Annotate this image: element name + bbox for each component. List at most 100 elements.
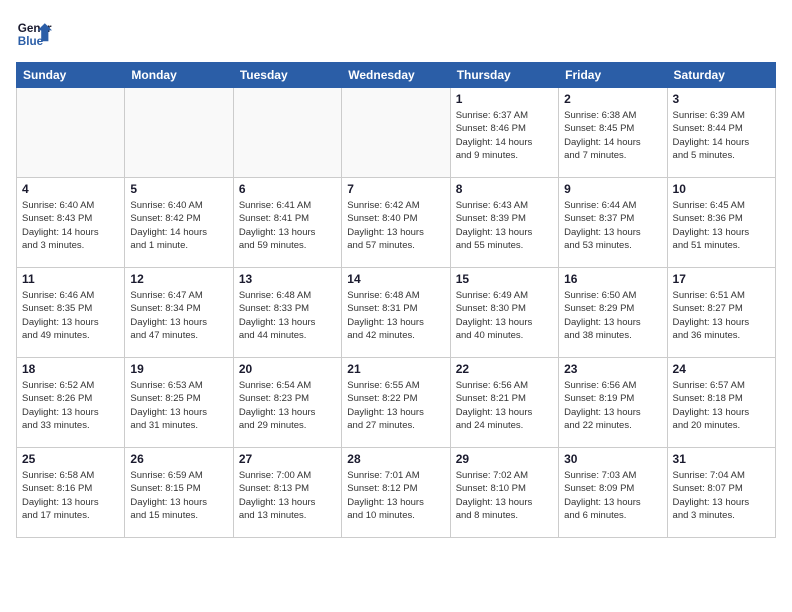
svg-text:Blue: Blue — [18, 35, 44, 48]
day-number: 29 — [456, 452, 553, 466]
day-info: Sunrise: 6:57 AM Sunset: 8:18 PM Dayligh… — [673, 379, 770, 432]
day-info: Sunrise: 7:04 AM Sunset: 8:07 PM Dayligh… — [673, 469, 770, 522]
calendar-day-cell: 10Sunrise: 6:45 AM Sunset: 8:36 PM Dayli… — [667, 178, 775, 268]
day-number: 30 — [564, 452, 661, 466]
day-number: 22 — [456, 362, 553, 376]
calendar-day-cell: 29Sunrise: 7:02 AM Sunset: 8:10 PM Dayli… — [450, 448, 558, 538]
weekday-header-cell: Monday — [125, 63, 233, 88]
calendar-day-cell: 12 Sunrise: 6:47 AM Sunset: 8:34 PM Dayli… — [125, 268, 233, 358]
day-number: 21 — [347, 362, 444, 376]
day-info: Sunrise: 6:56 AM Sunset: 8:19 PM Dayligh… — [564, 379, 661, 432]
calendar-day-cell: 24 Sunrise: 6:57 AM Sunset: 8:18 PM Dayli… — [667, 358, 775, 448]
day-info: Sunrise: 6:50 AM Sunset: 8:29 PM Dayligh… — [564, 289, 661, 342]
calendar-day-cell: 17 Sunrise: 6:51 AM Sunset: 8:27 PM Dayli… — [667, 268, 775, 358]
day-info: Sunrise: 6:37 AM Sunset: 8:46 PM Dayligh… — [456, 109, 553, 162]
day-info: Sunrise: 6:39 AM Sunset: 8:44 PM Dayligh… — [673, 109, 770, 162]
day-info: Sunrise: 7:03 AM Sunset: 8:09 PM Dayligh… — [564, 469, 661, 522]
day-info: Sunrise: 6:43 AM Sunset: 8:39 PM Dayligh… — [456, 199, 553, 252]
day-info: Sunrise: 6:59 AM Sunset: 8:15 PM Dayligh… — [130, 469, 227, 522]
day-info: Sunrise: 6:44 AM Sunset: 8:37 PM Dayligh… — [564, 199, 661, 252]
day-info: Sunrise: 6:47 AM Sunset: 8:34 PM Dayligh… — [130, 289, 227, 342]
calendar-day-cell: 21 Sunrise: 6:55 AM Sunset: 8:22 PM Dayli… — [342, 358, 450, 448]
day-info: Sunrise: 6:40 AM Sunset: 8:43 PM Dayligh… — [22, 199, 119, 252]
day-info: Sunrise: 6:58 AM Sunset: 8:16 PM Dayligh… — [22, 469, 119, 522]
calendar-day-cell: 20Sunrise: 6:54 AM Sunset: 8:23 PM Dayli… — [233, 358, 341, 448]
calendar-day-cell: 11 Sunrise: 6:46 AM Sunset: 8:35 PM Dayli… — [17, 268, 125, 358]
day-number: 20 — [239, 362, 336, 376]
day-number: 14 — [347, 272, 444, 286]
day-number: 24 — [673, 362, 770, 376]
calendar-day-cell: 6 Sunrise: 6:41 AM Sunset: 8:41 PM Daylig… — [233, 178, 341, 268]
day-info: Sunrise: 6:49 AM Sunset: 8:30 PM Dayligh… — [456, 289, 553, 342]
day-number: 4 — [22, 182, 119, 196]
day-number: 9 — [564, 182, 661, 196]
calendar-day-cell: 25 Sunrise: 6:58 AM Sunset: 8:16 PM Dayli… — [17, 448, 125, 538]
calendar-day-cell: 15Sunrise: 6:49 AM Sunset: 8:30 PM Dayli… — [450, 268, 558, 358]
day-info: Sunrise: 6:38 AM Sunset: 8:45 PM Dayligh… — [564, 109, 661, 162]
weekday-header-row: SundayMondayTuesdayWednesdayThursdayFrid… — [17, 63, 776, 88]
calendar-week-row: 18 Sunrise: 6:52 AM Sunset: 8:26 PM Dayli… — [17, 358, 776, 448]
calendar-day-cell: 26 Sunrise: 6:59 AM Sunset: 8:15 PM Dayli… — [125, 448, 233, 538]
calendar-day-cell: 28Sunrise: 7:01 AM Sunset: 8:12 PM Dayli… — [342, 448, 450, 538]
calendar-body: 1Sunrise: 6:37 AM Sunset: 8:46 PM Daylig… — [17, 88, 776, 538]
day-info: Sunrise: 7:00 AM Sunset: 8:13 PM Dayligh… — [239, 469, 336, 522]
day-number: 7 — [347, 182, 444, 196]
day-number: 3 — [673, 92, 770, 106]
calendar-day-cell — [233, 88, 341, 178]
calendar-day-cell: 30 Sunrise: 7:03 AM Sunset: 8:09 PM Dayli… — [559, 448, 667, 538]
day-number: 6 — [239, 182, 336, 196]
day-number: 23 — [564, 362, 661, 376]
calendar-day-cell: 22 Sunrise: 6:56 AM Sunset: 8:21 PM Dayli… — [450, 358, 558, 448]
day-info: Sunrise: 6:45 AM Sunset: 8:36 PM Dayligh… — [673, 199, 770, 252]
day-info: Sunrise: 6:56 AM Sunset: 8:21 PM Dayligh… — [456, 379, 553, 432]
day-number: 26 — [130, 452, 227, 466]
day-number: 27 — [239, 452, 336, 466]
day-info: Sunrise: 6:55 AM Sunset: 8:22 PM Dayligh… — [347, 379, 444, 432]
day-info: Sunrise: 6:42 AM Sunset: 8:40 PM Dayligh… — [347, 199, 444, 252]
day-number: 19 — [130, 362, 227, 376]
calendar-day-cell: 7 Sunrise: 6:42 AM Sunset: 8:40 PM Daylig… — [342, 178, 450, 268]
day-number: 18 — [22, 362, 119, 376]
calendar-day-cell: 8Sunrise: 6:43 AM Sunset: 8:39 PM Daylig… — [450, 178, 558, 268]
calendar-day-cell: 31 Sunrise: 7:04 AM Sunset: 8:07 PM Dayli… — [667, 448, 775, 538]
day-info: Sunrise: 6:52 AM Sunset: 8:26 PM Dayligh… — [22, 379, 119, 432]
calendar-table: SundayMondayTuesdayWednesdayThursdayFrid… — [16, 62, 776, 538]
calendar-day-cell: 2 Sunrise: 6:38 AM Sunset: 8:45 PM Daylig… — [559, 88, 667, 178]
calendar-day-cell: 16 Sunrise: 6:50 AM Sunset: 8:29 PM Dayli… — [559, 268, 667, 358]
day-info: Sunrise: 6:48 AM Sunset: 8:33 PM Dayligh… — [239, 289, 336, 342]
calendar-day-cell: 19 Sunrise: 6:53 AM Sunset: 8:25 PM Dayli… — [125, 358, 233, 448]
day-number: 17 — [673, 272, 770, 286]
calendar-day-cell — [342, 88, 450, 178]
calendar-day-cell — [17, 88, 125, 178]
calendar-day-cell: 23 Sunrise: 6:56 AM Sunset: 8:19 PM Dayli… — [559, 358, 667, 448]
weekday-header-cell: Thursday — [450, 63, 558, 88]
calendar-week-row: 1Sunrise: 6:37 AM Sunset: 8:46 PM Daylig… — [17, 88, 776, 178]
page-header: General Blue — [16, 16, 776, 52]
calendar-day-cell: 3 Sunrise: 6:39 AM Sunset: 8:44 PM Daylig… — [667, 88, 775, 178]
day-info: Sunrise: 6:41 AM Sunset: 8:41 PM Dayligh… — [239, 199, 336, 252]
calendar-day-cell: 27 Sunrise: 7:00 AM Sunset: 8:13 PM Dayli… — [233, 448, 341, 538]
day-number: 31 — [673, 452, 770, 466]
day-info: Sunrise: 6:40 AM Sunset: 8:42 PM Dayligh… — [130, 199, 227, 252]
weekday-header-cell: Sunday — [17, 63, 125, 88]
day-number: 11 — [22, 272, 119, 286]
weekday-header-cell: Tuesday — [233, 63, 341, 88]
calendar-week-row: 4 Sunrise: 6:40 AM Sunset: 8:43 PM Daylig… — [17, 178, 776, 268]
calendar-day-cell: 14 Sunrise: 6:48 AM Sunset: 8:31 PM Dayli… — [342, 268, 450, 358]
day-info: Sunrise: 6:46 AM Sunset: 8:35 PM Dayligh… — [22, 289, 119, 342]
calendar-day-cell — [125, 88, 233, 178]
day-number: 12 — [130, 272, 227, 286]
day-info: Sunrise: 6:53 AM Sunset: 8:25 PM Dayligh… — [130, 379, 227, 432]
calendar-week-row: 25 Sunrise: 6:58 AM Sunset: 8:16 PM Dayli… — [17, 448, 776, 538]
day-number: 16 — [564, 272, 661, 286]
calendar-day-cell: 1Sunrise: 6:37 AM Sunset: 8:46 PM Daylig… — [450, 88, 558, 178]
day-info: Sunrise: 6:51 AM Sunset: 8:27 PM Dayligh… — [673, 289, 770, 342]
weekday-header-cell: Saturday — [667, 63, 775, 88]
calendar-day-cell: 5Sunrise: 6:40 AM Sunset: 8:42 PM Daylig… — [125, 178, 233, 268]
calendar-day-cell: 13Sunrise: 6:48 AM Sunset: 8:33 PM Dayli… — [233, 268, 341, 358]
day-number: 28 — [347, 452, 444, 466]
day-number: 2 — [564, 92, 661, 106]
calendar-day-cell: 18 Sunrise: 6:52 AM Sunset: 8:26 PM Dayli… — [17, 358, 125, 448]
day-number: 25 — [22, 452, 119, 466]
day-info: Sunrise: 6:48 AM Sunset: 8:31 PM Dayligh… — [347, 289, 444, 342]
